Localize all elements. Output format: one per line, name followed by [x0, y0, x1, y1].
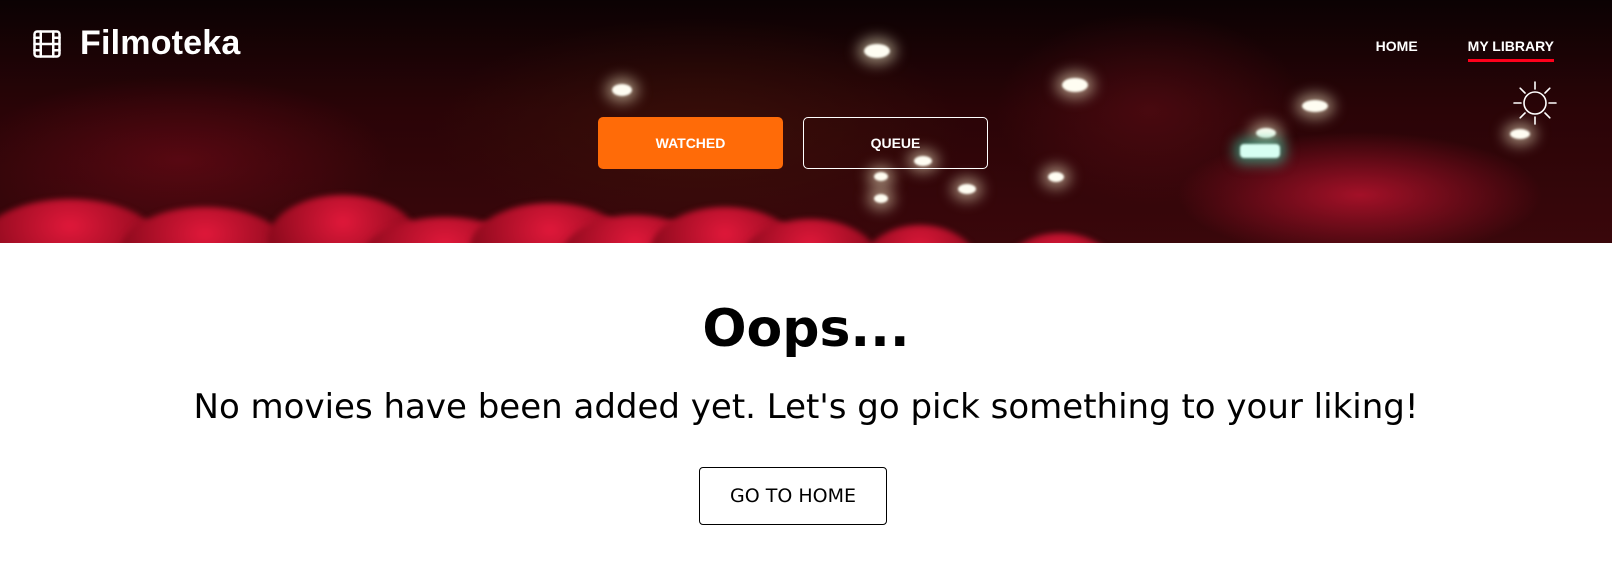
- bokeh-light: [1062, 78, 1088, 92]
- queue-button[interactable]: QUEUE: [803, 117, 988, 169]
- library-buttons: WATCHED QUEUE: [598, 117, 988, 169]
- bokeh-light: [1302, 100, 1328, 112]
- sun-icon: [1513, 81, 1557, 125]
- exit-sign-light: [1240, 144, 1280, 158]
- bokeh-light: [612, 84, 632, 96]
- film-icon: [33, 29, 61, 58]
- bokeh-light: [1256, 128, 1276, 138]
- nav-my-library[interactable]: MY LIBRARY: [1467, 38, 1554, 62]
- bokeh-light: [864, 44, 890, 58]
- nav-home[interactable]: HOME: [1376, 38, 1418, 62]
- logo[interactable]: Filmoteka: [32, 24, 241, 63]
- bokeh-light: [1048, 172, 1064, 182]
- bokeh-light: [874, 172, 888, 181]
- header-hero: Filmoteka HOME MY LIBRARY WATCHED QUEUE: [0, 0, 1612, 243]
- bokeh-light: [1510, 129, 1530, 139]
- theme-toggle[interactable]: [1512, 80, 1558, 126]
- go-to-home-button[interactable]: GO TO HOME: [699, 467, 887, 525]
- empty-library-section: Oops... No movies have been added yet. L…: [0, 243, 1612, 586]
- watched-button[interactable]: WATCHED: [598, 117, 783, 169]
- logo-text: Filmoteka: [80, 24, 241, 62]
- empty-state-message: No movies have been added yet. Let's go …: [193, 387, 1419, 427]
- empty-state-title: Oops...: [702, 299, 910, 359]
- main-nav: HOME MY LIBRARY: [1376, 38, 1554, 62]
- cinema-seats: [0, 193, 1612, 243]
